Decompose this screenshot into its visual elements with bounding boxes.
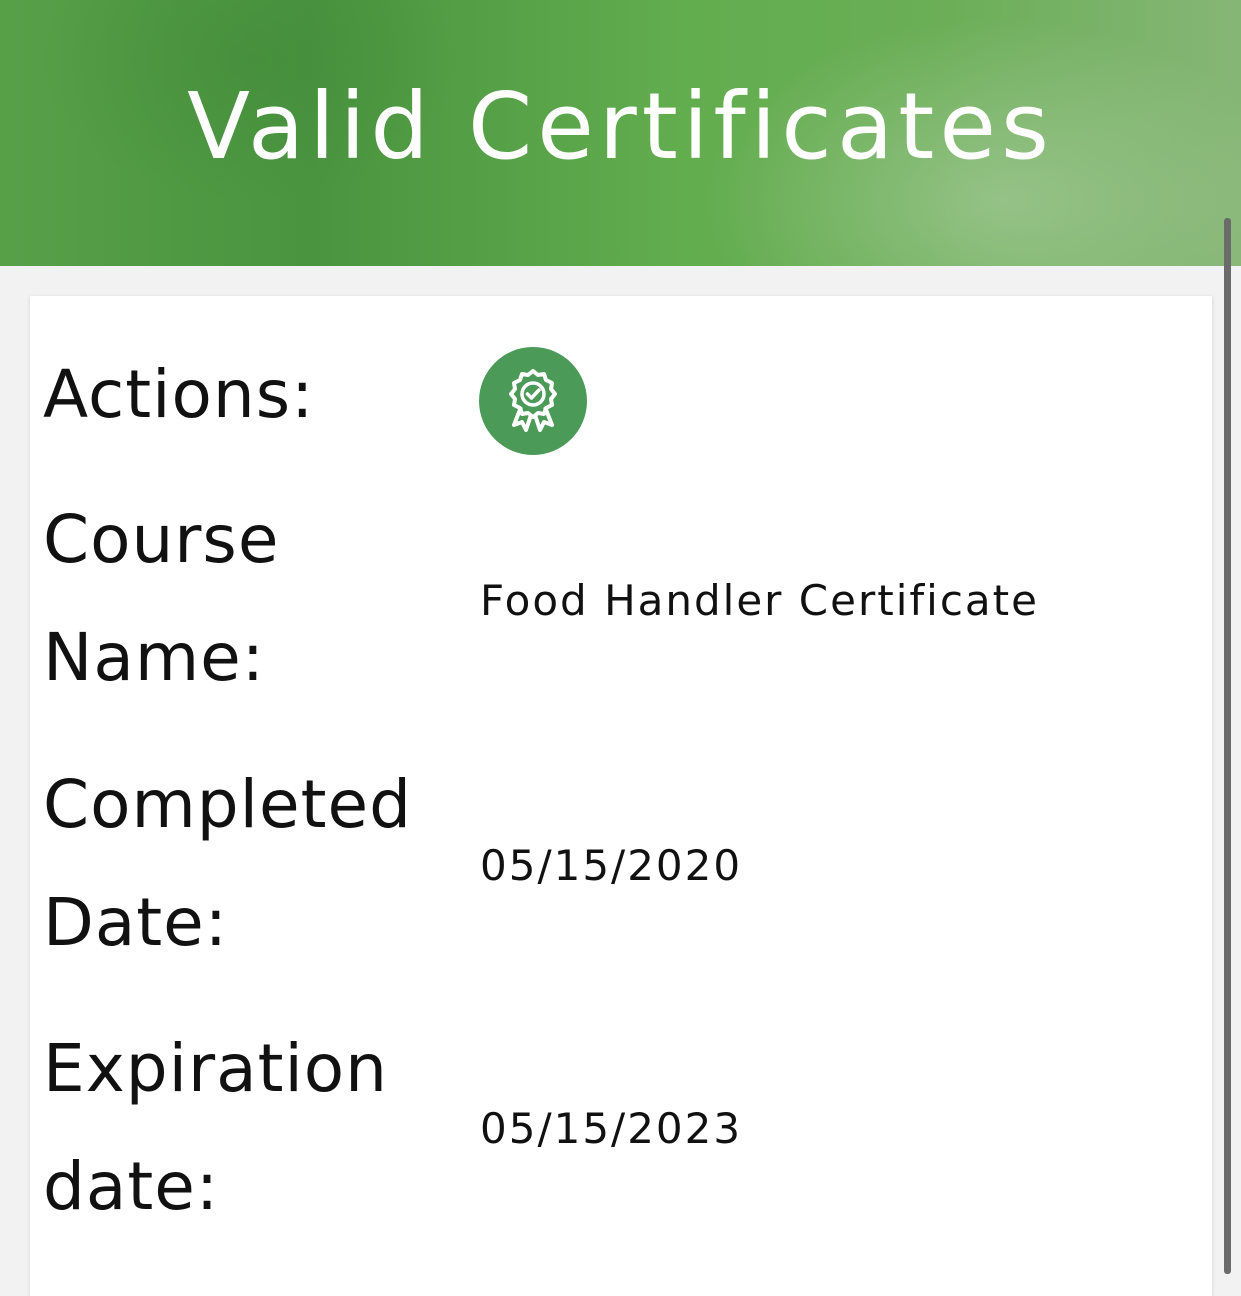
scrollbar[interactable]	[1224, 218, 1231, 1274]
expiration-date-label-line1: Expiration	[43, 1030, 388, 1107]
page-header: Valid Certificates	[0, 0, 1241, 266]
page-title: Valid Certificates	[187, 73, 1054, 180]
completed-date-label-line1: Completed	[43, 766, 412, 843]
certificate-card: Actions: Course Name: Food Handler Certi…	[30, 296, 1212, 1296]
expiration-date-value: 05/15/2023	[480, 1104, 743, 1153]
course-name-label-line2: Name:	[43, 619, 265, 696]
actions-label: Actions:	[43, 356, 315, 433]
completed-date-value: 05/15/2020	[480, 841, 743, 890]
expiration-date-label-line2: date:	[43, 1148, 220, 1225]
course-name-value: Food Handler Certificate	[480, 576, 1039, 625]
completed-date-label-line2: Date:	[43, 884, 228, 961]
view-certificate-button[interactable]	[479, 347, 587, 455]
certificate-award-icon	[509, 369, 557, 432]
course-name-label-line1: Course	[43, 501, 280, 578]
